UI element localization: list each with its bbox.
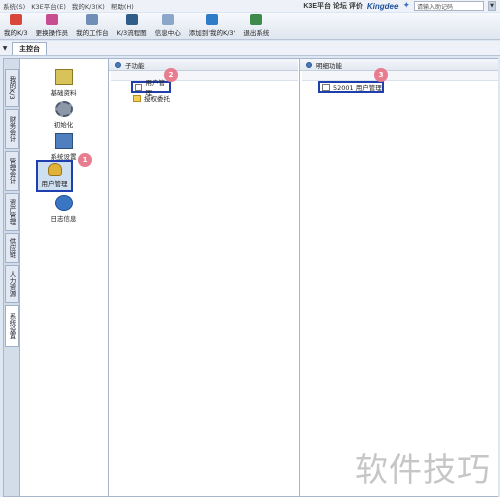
- module-initialize[interactable]: 初始化: [21, 101, 106, 129]
- detail-subheader: [302, 71, 498, 81]
- desk-icon: [86, 14, 99, 25]
- toolbar-label: 信息中心: [154, 29, 181, 37]
- step-badge-2: 2: [164, 68, 178, 82]
- tab-main-console[interactable]: 主控台: [12, 42, 47, 55]
- menu-k3e-platform[interactable]: K3E平台(E): [28, 1, 69, 11]
- vtab-label: 人力资源: [8, 271, 16, 297]
- menu-my-k3[interactable]: 我的K/3(K): [69, 1, 108, 11]
- subfunction-label: 授权委托: [144, 95, 170, 103]
- folder-icon: [133, 94, 141, 102]
- menu-bar: 系统(S) K3E平台(E) 我的K/3(K) 帮助(H) K3E平台 论坛 评…: [0, 0, 500, 12]
- message-icon: [161, 14, 174, 25]
- toolbar-flowchart-button[interactable]: K/3流程图: [113, 14, 151, 39]
- help-code-input[interactable]: 请输入助记码: [414, 1, 484, 11]
- subfunction-item-authorization[interactable]: 授权委托: [133, 93, 170, 103]
- subfunction-header: 子功能: [109, 59, 298, 71]
- vtab-financial-accounting[interactable]: 财务会计: [5, 109, 19, 149]
- detail-label: 52001 用户管理: [333, 84, 382, 92]
- vtab-label: 供应链: [8, 238, 16, 258]
- user-management-icon: [47, 163, 62, 176]
- toolbar-label: 我的K/3: [4, 29, 28, 37]
- module-label: 日志信息: [50, 215, 77, 223]
- toolbar-label: 添加到'我的K/3': [188, 29, 236, 37]
- flowchart-icon: [125, 14, 138, 25]
- module-log-info[interactable]: 日志信息: [21, 195, 106, 223]
- user-switch-icon: [45, 14, 58, 25]
- subfunction-pane: 子功能 用户管理 授权委托: [108, 59, 298, 496]
- platform-links[interactable]: K3E平台 论坛 评价: [303, 1, 363, 11]
- toolbar: 我的K/3 更换操作员 我的工作台 K/3流程图 信息中心 添加到'我的K/3'…: [0, 13, 500, 40]
- basic-data-icon: [54, 69, 73, 85]
- vtab-label: 系统设置: [8, 313, 16, 339]
- star-icon: ✦: [402, 1, 410, 11]
- detail-header: 明细功能: [300, 59, 498, 71]
- module-basic-data[interactable]: 基础资料: [21, 69, 106, 97]
- exit-icon: [250, 14, 263, 25]
- vtab-label: 资产管理: [8, 199, 16, 225]
- subfunction-title: 子功能: [125, 61, 145, 70]
- toolbar-exit-button[interactable]: 退出系统: [239, 14, 273, 39]
- menu-system[interactable]: 系统(S): [0, 1, 28, 11]
- vtab-supply-chain[interactable]: 供应链: [5, 233, 19, 263]
- document-icon: [322, 83, 330, 91]
- vtab-human-resources[interactable]: 人力资源: [5, 265, 19, 303]
- subfunction-subheader: [111, 71, 298, 81]
- toolbar-my-k3-button[interactable]: 我的K/3: [0, 14, 32, 39]
- module-label: 基础资料: [50, 89, 77, 97]
- module-panel: 基础资料 初始化 系统设置 用户管理 日志信息: [21, 59, 106, 496]
- category-tabs: 我的K/3 财务会计 管理会计 资产管理 供应链 人力资源 系统设置: [4, 59, 20, 496]
- toolbar-label: 退出系统: [243, 29, 270, 37]
- chevron-down-icon[interactable]: ▼: [0, 45, 10, 55]
- system-settings-icon: [54, 133, 73, 149]
- vtab-management-accounting[interactable]: 管理会计: [5, 151, 19, 191]
- vtab-label: 管理会计: [8, 158, 16, 184]
- vtab-system-settings[interactable]: 系统设置: [5, 305, 19, 347]
- module-label: 用户管理: [41, 180, 68, 188]
- detail-pane: 明细功能 52001 用户管理: [299, 59, 498, 496]
- module-user-management[interactable]: 用户管理: [36, 160, 73, 192]
- detail-title: 明细功能: [316, 61, 342, 70]
- workspace: 我的K/3 财务会计 管理会计 资产管理 供应链 人力资源 系统设置 基础资料 …: [3, 58, 498, 497]
- toolbar-label: K/3流程图: [116, 29, 147, 37]
- kingdee-logo: Kingdee: [366, 1, 399, 11]
- bullet-icon: [115, 61, 121, 68]
- step-badge-1: 1: [78, 153, 92, 167]
- chevron-down-icon[interactable]: ▼: [488, 1, 496, 11]
- toolbar-label: 更换操作员: [35, 29, 69, 37]
- menubar-right: K3E平台 论坛 评价 Kingdee ✦ 请输入助记码 ▼: [303, 1, 500, 11]
- vtab-my-k3[interactable]: 我的K/3: [5, 69, 19, 107]
- toolbar-message-center-button[interactable]: 信息中心: [151, 14, 185, 39]
- tab-strip: ▼ 主控台: [0, 41, 500, 56]
- document-icon: [135, 83, 143, 91]
- vtab-asset-management[interactable]: 资产管理: [5, 193, 19, 231]
- menu-help[interactable]: 帮助(H): [108, 1, 137, 11]
- toolbar-my-desk-button[interactable]: 我的工作台: [72, 14, 113, 39]
- initialize-icon: [54, 101, 73, 117]
- toolbar-switch-operator-button[interactable]: 更换操作员: [32, 14, 73, 39]
- home-icon: [9, 14, 22, 25]
- watermark: 软件技巧: [355, 450, 491, 489]
- vtab-label: 我的K/3: [8, 76, 16, 100]
- module-system-settings[interactable]: 系统设置: [21, 133, 106, 161]
- bullet-icon: [306, 61, 312, 68]
- add-favorite-icon: [206, 14, 219, 25]
- toolbar-add-to-my-k3-button[interactable]: 添加到'我的K/3': [185, 14, 240, 39]
- toolbar-label: 我的工作台: [76, 29, 109, 37]
- detail-item-user-management[interactable]: 52001 用户管理: [318, 81, 384, 93]
- vtab-label: 财务会计: [8, 116, 16, 142]
- step-badge-3: 3: [374, 68, 388, 82]
- log-info-icon: [54, 195, 73, 211]
- module-label: 初始化: [53, 121, 74, 129]
- subfunction-item-user-management[interactable]: 用户管理: [131, 79, 171, 97]
